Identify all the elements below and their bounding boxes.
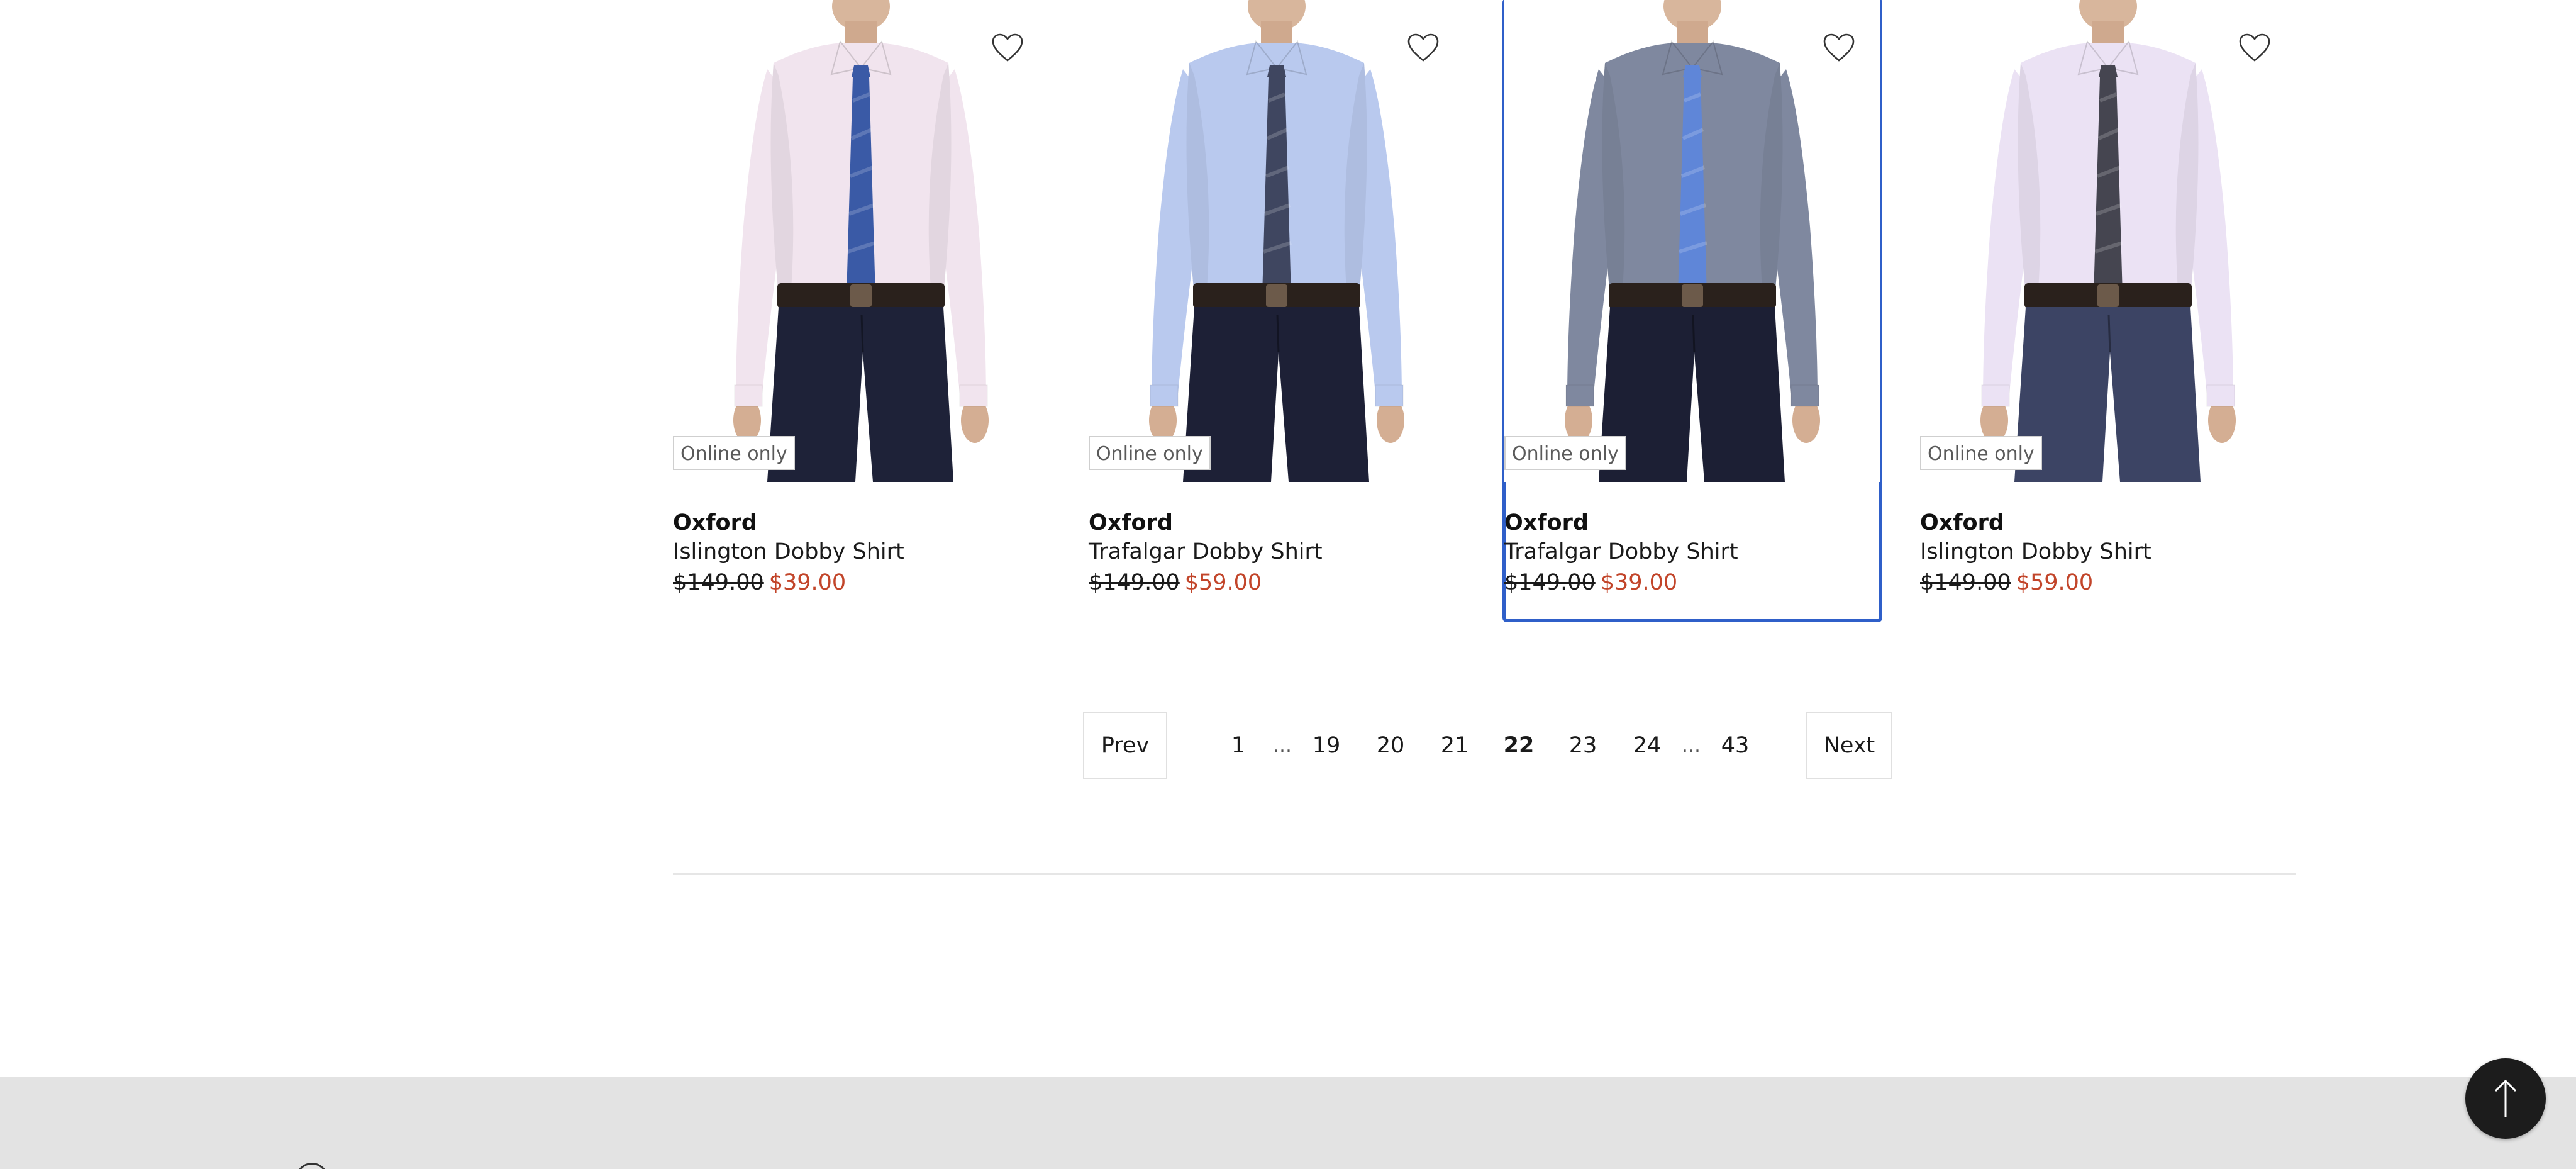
page-number-link[interactable]: 19 [1294,733,1358,758]
prev-page-button[interactable]: Prev [1083,712,1167,779]
sale-price: $59.00 [1184,570,1262,595]
pagination-ellipsis: … [1682,734,1701,757]
product-brand: Oxford [1504,510,1589,535]
heart-outline-icon [992,33,1023,62]
online-only-badge: Online only [1089,436,1211,470]
product-image[interactable] [1504,0,1880,482]
heart-outline-icon [1823,33,1855,62]
product-info: Oxford Islington Dobby Shirt $149.00 $59.00 [1920,508,2296,599]
online-only-badge: Online only [1504,436,1626,470]
product-name[interactable]: Trafalgar Dobby Shirt [1089,537,1465,566]
page-number-link[interactable]: 24 [1615,733,1679,758]
pagination: Prev 1… 19 20 21 22 23 24… 43 Next [1083,712,1892,779]
footer-circle-icon [296,1163,328,1169]
pagination-ellipsis: … [1273,734,1292,757]
next-page-button[interactable]: Next [1806,712,1892,779]
page-number-link[interactable]: 21 [1423,733,1487,758]
page-number-list: 1… 19 20 21 22 23 24… 43 [1206,712,1767,779]
original-price: $149.00 [1504,570,1596,595]
online-only-badge: Online only [1920,436,2042,470]
page-number-link[interactable]: 23 [1551,733,1615,758]
arrow-up-icon [2494,1079,2517,1117]
product-card[interactable]: Online only Oxford Islington Dobby Shirt $1… [673,0,1049,620]
product-image[interactable] [1920,0,2296,482]
online-only-badge: Online only [673,436,795,470]
section-divider [673,873,2296,875]
product-info: Oxford Trafalgar Dobby Shirt $149.00 $39.00 [1504,508,1880,599]
product-card[interactable]: Online only Oxford Islington Dobby Shirt $1… [1920,0,2296,620]
wishlist-button[interactable] [1403,28,1443,68]
wishlist-button[interactable] [2235,28,2275,68]
product-price: $149.00 $39.00 [673,566,1049,599]
wishlist-button[interactable] [987,28,1028,68]
heart-outline-icon [2239,33,2270,62]
product-card[interactable]: Online only Oxford Trafalgar Dobby Shirt $1… [1502,0,1882,622]
product-name[interactable]: Trafalgar Dobby Shirt [1504,537,1880,566]
page-number-link[interactable]: 20 [1358,733,1423,758]
page-number-link[interactable]: 43 [1703,733,1767,758]
sale-price: $59.00 [2016,570,2094,595]
model-photo [733,0,989,482]
product-brand: Oxford [1089,510,1173,535]
heart-outline-icon [1407,33,1439,62]
page-number-link[interactable]: 1 [1206,733,1270,758]
product-grid: Online only Oxford Islington Dobby Shirt $1… [673,0,2296,623]
sale-price: $39.00 [769,570,847,595]
product-brand: Oxford [673,510,757,535]
sale-price: $39.00 [1600,570,1678,595]
product-image[interactable] [673,0,1049,482]
product-brand: Oxford [1920,510,2004,535]
product-listing-page: Online only Oxford Islington Dobby Shirt $1… [0,0,2576,1169]
wishlist-button[interactable] [1819,28,1859,68]
original-price: $149.00 [1089,570,1180,595]
product-info: Oxford Trafalgar Dobby Shirt $149.00 $59.00 [1089,508,1465,599]
model-photo [1149,0,1404,482]
product-card[interactable]: Online only Oxford Trafalgar Dobby Shirt $1… [1089,0,1465,620]
model-photo [1565,0,1820,482]
product-name[interactable]: Islington Dobby Shirt [673,537,1049,566]
back-to-top-button[interactable] [2465,1058,2546,1139]
product-image[interactable] [1089,0,1465,482]
product-name[interactable]: Islington Dobby Shirt [1920,537,2296,566]
site-footer [0,1077,2576,1169]
model-photo [1980,0,2236,482]
original-price: $149.00 [673,570,764,595]
product-price: $149.00 $59.00 [1920,566,2296,599]
product-info: Oxford Islington Dobby Shirt $149.00 $39.00 [673,508,1049,599]
current-page-number[interactable]: 22 [1487,733,1551,758]
product-price: $149.00 $59.00 [1089,566,1465,599]
product-price: $149.00 $39.00 [1504,566,1880,599]
original-price: $149.00 [1920,570,2011,595]
